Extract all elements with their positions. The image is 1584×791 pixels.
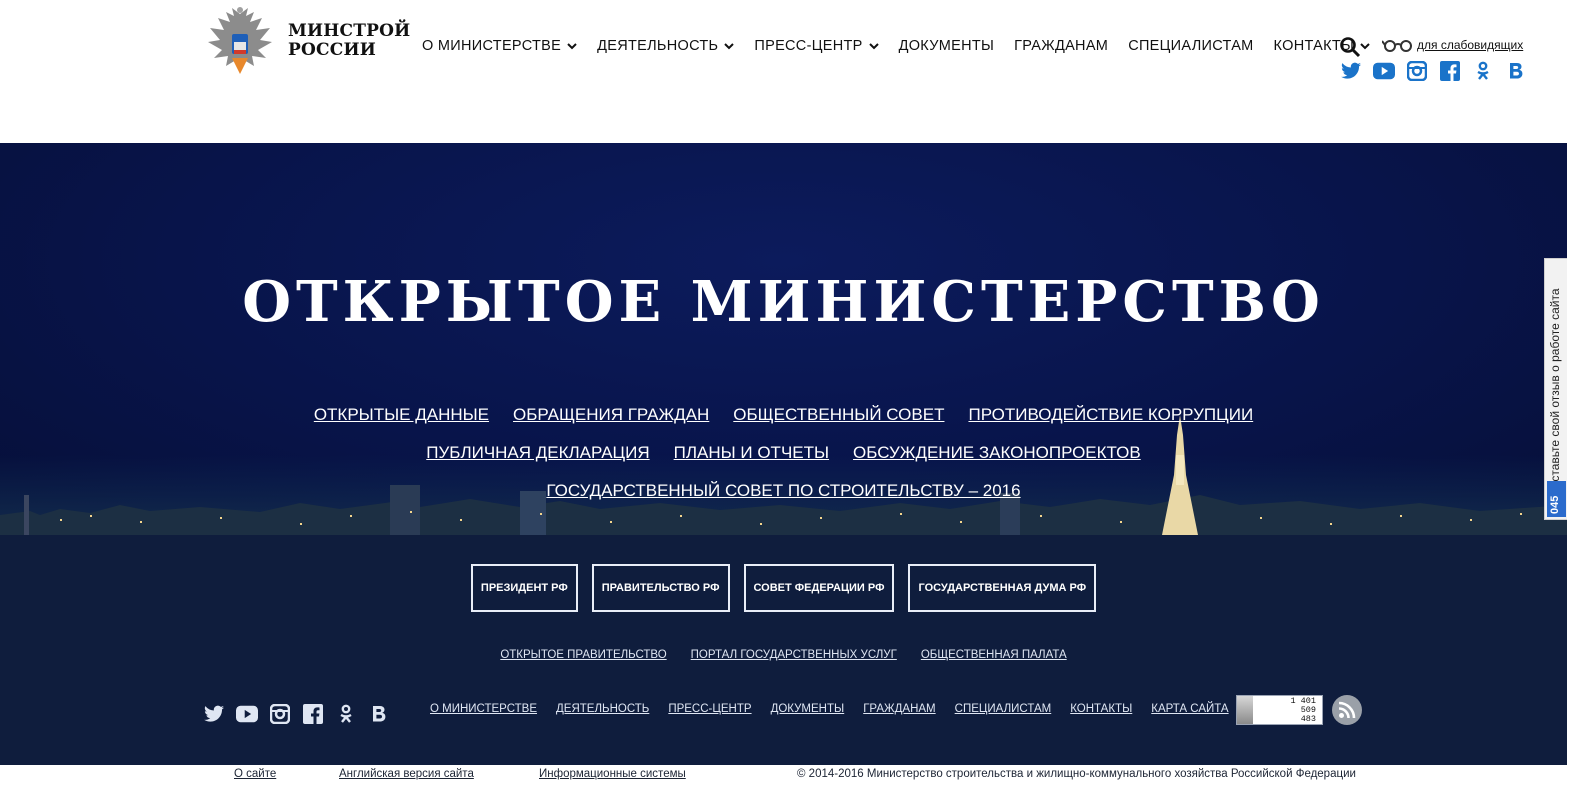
site-logo[interactable]: МИНСТРОЙ РОССИИ [204,4,410,78]
link-info-systems[interactable]: Информационные системы [539,768,686,780]
nav-item-label: ГРАЖДАНАМ [1014,38,1109,54]
link-open-data[interactable]: ОТКРЫТЫЕ ДАННЫЕ [314,405,489,425]
coat-of-arms-icon [208,7,272,74]
nav-item-activity[interactable]: ДЕЯТЕЛЬНОСТЬ [597,38,735,54]
gov-portal-links: ОТКРЫТОЕ ПРАВИТЕЛЬСТВО ПОРТАЛ ГОСУДАРСТВ… [0,649,1567,661]
footer-link-sitemap[interactable]: КАРТА САЙТА [1151,703,1228,715]
nav-item-citizens[interactable]: ГРАЖДАНАМ [1014,38,1108,54]
nav-item-press[interactable]: ПРЕСС-ЦЕНТР [754,38,879,54]
link-public-declaration[interactable]: ПУБЛИЧНАЯ ДЕКЛАРАЦИЯ [426,443,649,463]
feedback-badge-number: 045 [1549,495,1561,514]
footer-nav: О МИНИСТЕРСТВЕ ДЕЯТЕЛЬНОСТЬ ПРЕСС-ЦЕНТР … [430,703,1248,715]
gov-buttons: ПРЕЗИДЕНТ РФ ПРАВИТЕЛЬСТВО РФ СОВЕТ ФЕДЕ… [0,564,1567,612]
site-header: МИНСТРОЙ РОССИИ О МИНИСТЕРСТВЕ ДЕЯТЕЛЬНО… [0,0,1584,143]
visitor-counter[interactable]: 1 401 509 483 [1236,695,1323,725]
glasses-icon [1382,40,1412,52]
chevron-down-icon [1360,43,1370,50]
instagram-icon[interactable] [1406,60,1428,82]
footer-link-about[interactable]: О МИНИСТЕРСТВЕ [430,703,537,715]
link-open-government[interactable]: ОТКРЫТОЕ ПРАВИТЕЛЬСТВО [500,649,666,661]
link-english-version[interactable]: Английская версия сайта [339,768,474,780]
main-nav: О МИНИСТЕРСТВЕ ДЕЯТЕЛЬНОСТЬ ПРЕСС-ЦЕНТР … [422,38,1390,54]
nav-item-label: ДОКУМЕНТЫ [898,38,995,54]
search-icon[interactable] [1339,36,1361,58]
youtube-icon[interactable] [1373,60,1395,82]
link-public-council[interactable]: ОБЩЕСТВЕННЫЙ СОВЕТ [733,405,944,425]
logo-text-line2: РОССИИ [288,40,376,60]
odnoklassniki-icon[interactable] [1472,60,1494,82]
link-citizen-appeals[interactable]: ОБРАЩЕНИЯ ГРАЖДАН [513,405,709,425]
footer-link-specialists[interactable]: СПЕЦИАЛИСТАМ [955,703,1052,715]
feedback-badge: 045 [1547,481,1566,517]
nav-item-label: СПЕЦИАЛИСТАМ [1128,38,1254,54]
link-public-chamber[interactable]: ОБЩЕСТВЕННАЯ ПАЛАТА [921,649,1067,661]
president-button[interactable]: ПРЕЗИДЕНТ РФ [470,564,578,612]
twitter-icon[interactable] [203,703,225,725]
link-about-site[interactable]: О сайте [234,768,276,780]
footer-link-documents[interactable]: ДОКУМЕНТЫ [771,703,845,715]
counter-visitors: 483 [1300,714,1316,724]
nav-item-specialists[interactable]: СПЕЦИАЛИСТАМ [1128,38,1253,54]
logo-text-line1: МИНСТРОЙ [288,21,411,41]
site-footer: ПРЕЗИДЕНТ РФ ПРАВИТЕЛЬСТВО РФ СОВЕТ ФЕДЕ… [0,535,1567,765]
chevron-down-icon [567,43,577,50]
hero-banner: ОТКРЫТОЕ МИНИСТЕРСТВО ОТКРЫТЫЕ ДАННЫЕ ОБ… [0,143,1567,535]
facebook-icon[interactable] [1439,60,1461,82]
feedback-label: Оставьте свой отзыв о работе сайта [1548,288,1562,491]
accessibility-label: для слабовидящих [1417,38,1524,52]
vk-icon[interactable] [368,703,390,725]
nav-item-documents[interactable]: ДОКУМЕНТЫ [899,38,995,54]
federation-council-button[interactable]: СОВЕТ ФЕДЕРАЦИИ РФ [743,564,895,612]
footer-link-press[interactable]: ПРЕСС-ЦЕНТР [668,703,751,715]
scrollbar-track[interactable] [1567,0,1584,791]
instagram-icon[interactable] [269,703,291,725]
youtube-icon[interactable] [236,703,258,725]
nav-item-about[interactable]: О МИНИСТЕРСТВЕ [422,38,577,54]
facebook-icon[interactable] [302,703,324,725]
link-gosuslugi[interactable]: ПОРТАЛ ГОСУДАРСТВЕННЫХ УСЛУГ [691,649,897,661]
nav-item-label: О МИНИСТЕРСТВЕ [422,38,562,54]
link-bills-discussion[interactable]: ОБСУЖДЕНИЕ ЗАКОНОПРОЕКТОВ [853,443,1141,463]
hero-title: ОТКРЫТОЕ МИНИСТЕРСТВО [242,269,1325,335]
link-anti-corruption[interactable]: ПРОТИВОДЕЙСТВИЕ КОРРУПЦИИ [968,405,1253,425]
bottom-bar: О сайте Английская версия сайта Информац… [0,765,1567,791]
copyright-text: © 2014-2016 Министерство строительства и… [797,768,1356,780]
social-links-footer [203,703,401,725]
footer-link-citizens[interactable]: ГРАЖДАНАМ [863,703,935,715]
chevron-down-icon [868,43,879,50]
link-plans-reports[interactable]: ПЛАНЫ И ОТЧЕТЫ [674,443,829,463]
government-button[interactable]: ПРАВИТЕЛЬСТВО РФ [591,564,730,612]
social-links-header [1340,60,1538,82]
link-state-council-2016[interactable]: ГОСУДАРСТВЕННЫЙ СОВЕТ ПО СТРОИТЕЛЬСТВУ –… [546,481,1020,501]
nav-item-label: ДЕЯТЕЛЬНОСТЬ [597,38,719,54]
feedback-tab[interactable]: Оставьте свой отзыв о работе сайта 045 [1544,258,1568,520]
footer-link-contacts[interactable]: КОНТАКТЫ [1070,703,1132,715]
state-duma-button[interactable]: ГОСУДАРСТВЕННАЯ ДУМА РФ [908,564,1097,612]
chevron-down-icon [724,43,735,50]
nav-item-label: ПРЕСС-ЦЕНТР [754,38,863,54]
footer-link-activity[interactable]: ДЕЯТЕЛЬНОСТЬ [556,703,649,715]
open-ministry-links: ОТКРЫТЫЕ ДАННЫЕ ОБРАЩЕНИЯ ГРАЖДАН ОБЩЕСТ… [0,405,1567,519]
counter-bar-chart-icon [1237,696,1253,724]
vk-icon[interactable] [1505,60,1527,82]
odnoklassniki-icon[interactable] [335,703,357,725]
rss-icon[interactable] [1332,695,1362,725]
twitter-icon[interactable] [1340,60,1362,82]
accessibility-link[interactable]: для слабовидящих [1382,38,1523,52]
